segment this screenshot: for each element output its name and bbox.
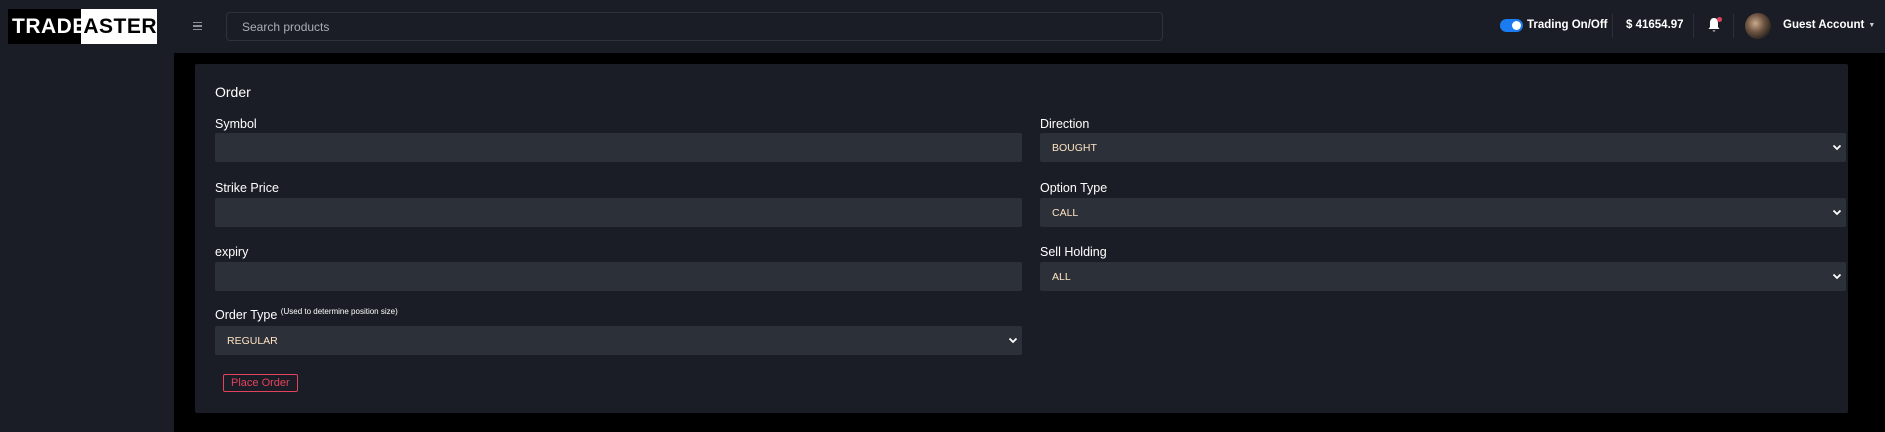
order-type-hint: (Used to determine position size) [280, 307, 398, 316]
sell-holding-label: Sell Holding [1040, 245, 1107, 259]
symbol-input[interactable] [215, 133, 1022, 162]
page-scrollbar[interactable] [1868, 53, 1885, 432]
order-type-label-text: Order Type [215, 308, 278, 322]
account-balance: $ 41654.97 [1626, 19, 1684, 31]
left-sidebar [0, 53, 174, 432]
chevron-down-icon [1832, 144, 1842, 151]
direction-label: Direction [1040, 117, 1090, 131]
sell-holding-select[interactable]: ALL [1040, 262, 1846, 291]
option-type-selected: CALL [1052, 206, 1079, 219]
order-card: Order Symbol Strike Price expiry Order T… [195, 64, 1848, 413]
toggle-knob [1512, 21, 1521, 30]
header-divider [1733, 14, 1734, 38]
chevron-down-icon [1832, 273, 1842, 280]
order-type-select[interactable]: REGULAR [215, 326, 1022, 355]
strike-price-input[interactable] [215, 198, 1022, 227]
chevron-down-icon [1008, 337, 1018, 344]
symbol-label: Symbol [215, 117, 257, 131]
brand-word-master-tail: ASTER [83, 14, 157, 38]
direction-select[interactable]: BOUGHT [1040, 133, 1846, 162]
account-menu[interactable]: Guest Account ▼ [1783, 19, 1875, 31]
header-divider [1612, 14, 1613, 38]
header-divider [1693, 14, 1694, 38]
account-name: Guest Account [1783, 19, 1865, 31]
direction-selected: BOUGHT [1052, 141, 1097, 154]
place-order-button[interactable]: Place Order [223, 374, 298, 392]
order-type-selected: REGULAR [227, 334, 278, 347]
expiry-input[interactable] [215, 262, 1022, 291]
sell-holding-selected: ALL [1052, 270, 1071, 283]
strike-price-label: Strike Price [215, 181, 279, 195]
caret-down-icon: ▼ [1868, 21, 1876, 29]
notification-dot [1717, 17, 1722, 22]
chevron-down-icon [1832, 209, 1842, 216]
top-bar: TRADE ASTER Trading On/Off $ 41654.97 Gu… [0, 0, 1885, 53]
expiry-label: expiry [215, 245, 249, 259]
trading-toggle-switch[interactable] [1500, 19, 1523, 32]
option-type-label: Option Type [1040, 181, 1108, 195]
brand-word-trade: TRADE [12, 14, 87, 38]
order-card-title: Order [215, 84, 251, 100]
menu-toggle-icon[interactable] [193, 20, 205, 32]
search-input[interactable] [226, 12, 1163, 41]
notification-bell-icon[interactable] [1707, 17, 1722, 33]
brand-logo[interactable]: TRADE ASTER [8, 9, 157, 44]
option-type-select[interactable]: CALL [1040, 198, 1846, 227]
order-type-label: Order Type (Used to determine position s… [215, 307, 398, 322]
brand-word-master: ASTER [81, 9, 157, 44]
user-avatar[interactable] [1745, 13, 1771, 39]
trading-toggle-label: Trading On/Off [1527, 19, 1608, 31]
